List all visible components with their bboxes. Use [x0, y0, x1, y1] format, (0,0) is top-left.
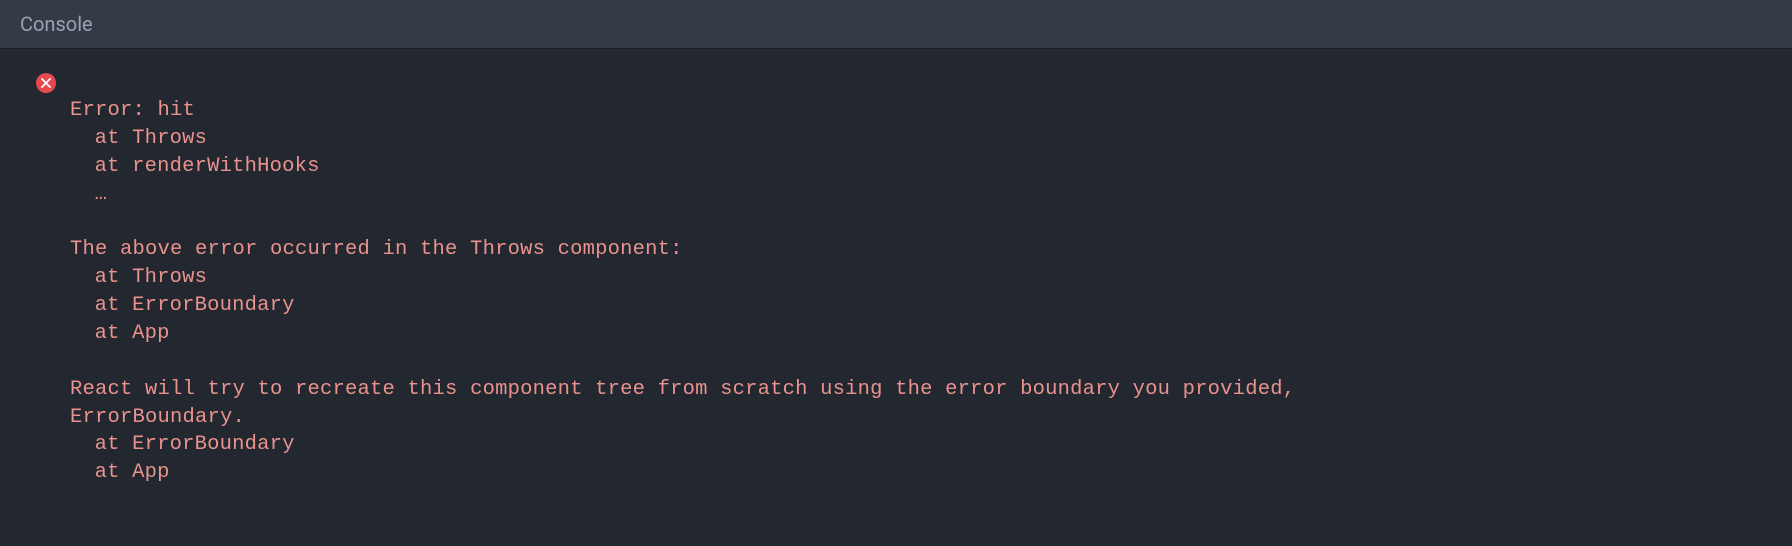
console-title: Console — [20, 12, 1772, 36]
error-message: Error: hit at Throws at renderWithHooks … — [70, 69, 1295, 487]
stack-frame: at Throws — [70, 266, 207, 289]
close-x-icon — [41, 78, 51, 88]
error-line: React will try to recreate this componen… — [70, 378, 1295, 401]
error-icon — [36, 73, 56, 93]
error-line: The above error occurred in the Throws c… — [70, 238, 683, 261]
stack-frame: at App — [70, 461, 170, 484]
stack-frame: at renderWithHooks — [70, 155, 320, 178]
console-body: Error: hit at Throws at renderWithHooks … — [0, 49, 1792, 507]
stack-frame: at ErrorBoundary — [70, 433, 295, 456]
error-line: ErrorBoundary. — [70, 406, 245, 429]
stack-frame: at App — [70, 322, 170, 345]
stack-ellipsis: … — [70, 183, 107, 206]
console-header: Console — [0, 0, 1792, 49]
stack-frame: at Throws — [70, 127, 207, 150]
error-line: Error: hit — [70, 99, 195, 122]
stack-frame: at ErrorBoundary — [70, 294, 295, 317]
